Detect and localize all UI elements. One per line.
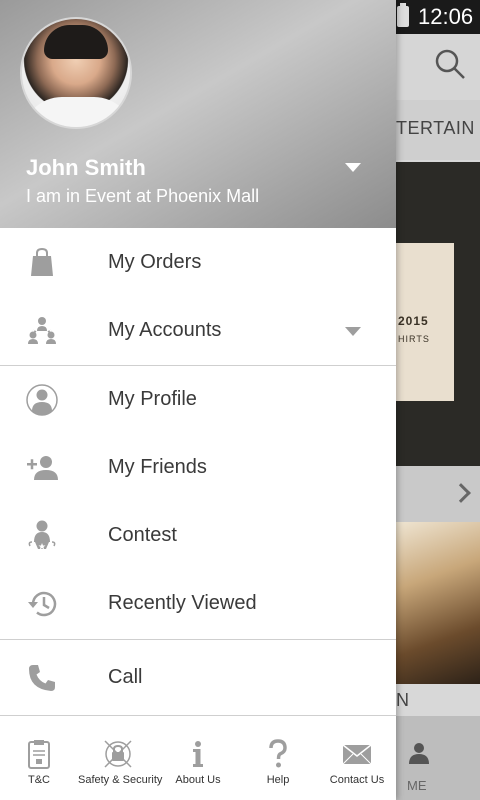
battery-icon — [397, 3, 409, 27]
menu-item-recently-viewed[interactable]: Recently Viewed — [0, 570, 396, 638]
safety-lock-icon — [104, 740, 132, 768]
footer-label-help: Help — [266, 774, 290, 786]
avatar[interactable] — [20, 17, 132, 129]
footer-label-about: About Us — [175, 774, 221, 786]
chevron-down-icon[interactable] — [345, 327, 361, 336]
shopping-bag-icon — [31, 247, 53, 276]
contest-trophy-icon — [28, 520, 56, 550]
poster-subtitle: HIRTS — [398, 334, 430, 344]
status-time: 12:06 — [418, 4, 474, 29]
menu-item-my-profile[interactable]: My Profile — [0, 366, 396, 434]
poster-year: 2015 — [398, 314, 429, 328]
menu-label-contest: Contest — [108, 524, 177, 546]
tab-entertainment[interactable]: TERTAIN — [396, 118, 480, 139]
footer-about[interactable]: About Us — [158, 716, 238, 800]
history-icon — [28, 591, 57, 617]
chevron-down-icon[interactable] — [345, 163, 361, 172]
footer-safety[interactable]: Safety & Security — [78, 716, 163, 800]
person-icon — [409, 743, 429, 764]
phone-icon — [29, 665, 55, 691]
nav-me-label[interactable]: ME — [407, 778, 427, 793]
drawer-footer: T&C Safety & Security About Us Help Cont… — [0, 716, 396, 800]
menu-label-recently-viewed: Recently Viewed — [108, 592, 257, 614]
menu-item-my-orders[interactable]: My Orders — [0, 229, 396, 297]
help-question-icon — [269, 739, 287, 768]
avatar-shirt — [22, 97, 130, 127]
clipboard-icon — [28, 740, 50, 769]
navigation-drawer: John Smith I am in Event at Phoenix Mall… — [0, 0, 396, 800]
account-network-icon — [28, 317, 56, 344]
footer-label-safety: Safety & Security — [78, 774, 163, 786]
photo-caption: N — [396, 690, 409, 710]
menu-label-my-profile: My Profile — [108, 388, 197, 410]
menu-label-my-friends: My Friends — [108, 456, 207, 478]
user-name: John Smith — [26, 155, 146, 180]
mail-icon — [342, 744, 372, 765]
user-status: I am in Event at Phoenix Mall — [26, 186, 260, 206]
menu-label-my-orders: My Orders — [108, 251, 202, 273]
menu-item-call[interactable]: Call — [0, 644, 396, 712]
menu-item-contest[interactable]: Contest — [0, 502, 396, 570]
menu-item-my-friends[interactable]: My Friends — [0, 434, 396, 502]
footer-label-contact: Contact Us — [329, 774, 385, 786]
menu-divider — [0, 639, 396, 640]
add-friend-icon — [27, 456, 58, 480]
drawer-header: John Smith I am in Event at Phoenix Mall — [0, 0, 396, 228]
footer-tnc[interactable]: T&C — [0, 716, 78, 800]
info-icon — [193, 741, 203, 767]
footer-contact[interactable]: Contact Us — [318, 716, 396, 800]
menu-label-call: Call — [108, 666, 143, 688]
menu-item-my-accounts[interactable]: My Accounts — [0, 297, 396, 365]
profile-icon — [26, 384, 58, 416]
search-icon[interactable] — [434, 48, 466, 80]
footer-label-tnc: T&C — [28, 774, 50, 786]
footer-help[interactable]: Help — [238, 716, 318, 800]
avatar-hair — [44, 25, 108, 59]
fashion-photo[interactable] — [396, 522, 480, 684]
menu-label-my-accounts: My Accounts — [108, 319, 222, 341]
